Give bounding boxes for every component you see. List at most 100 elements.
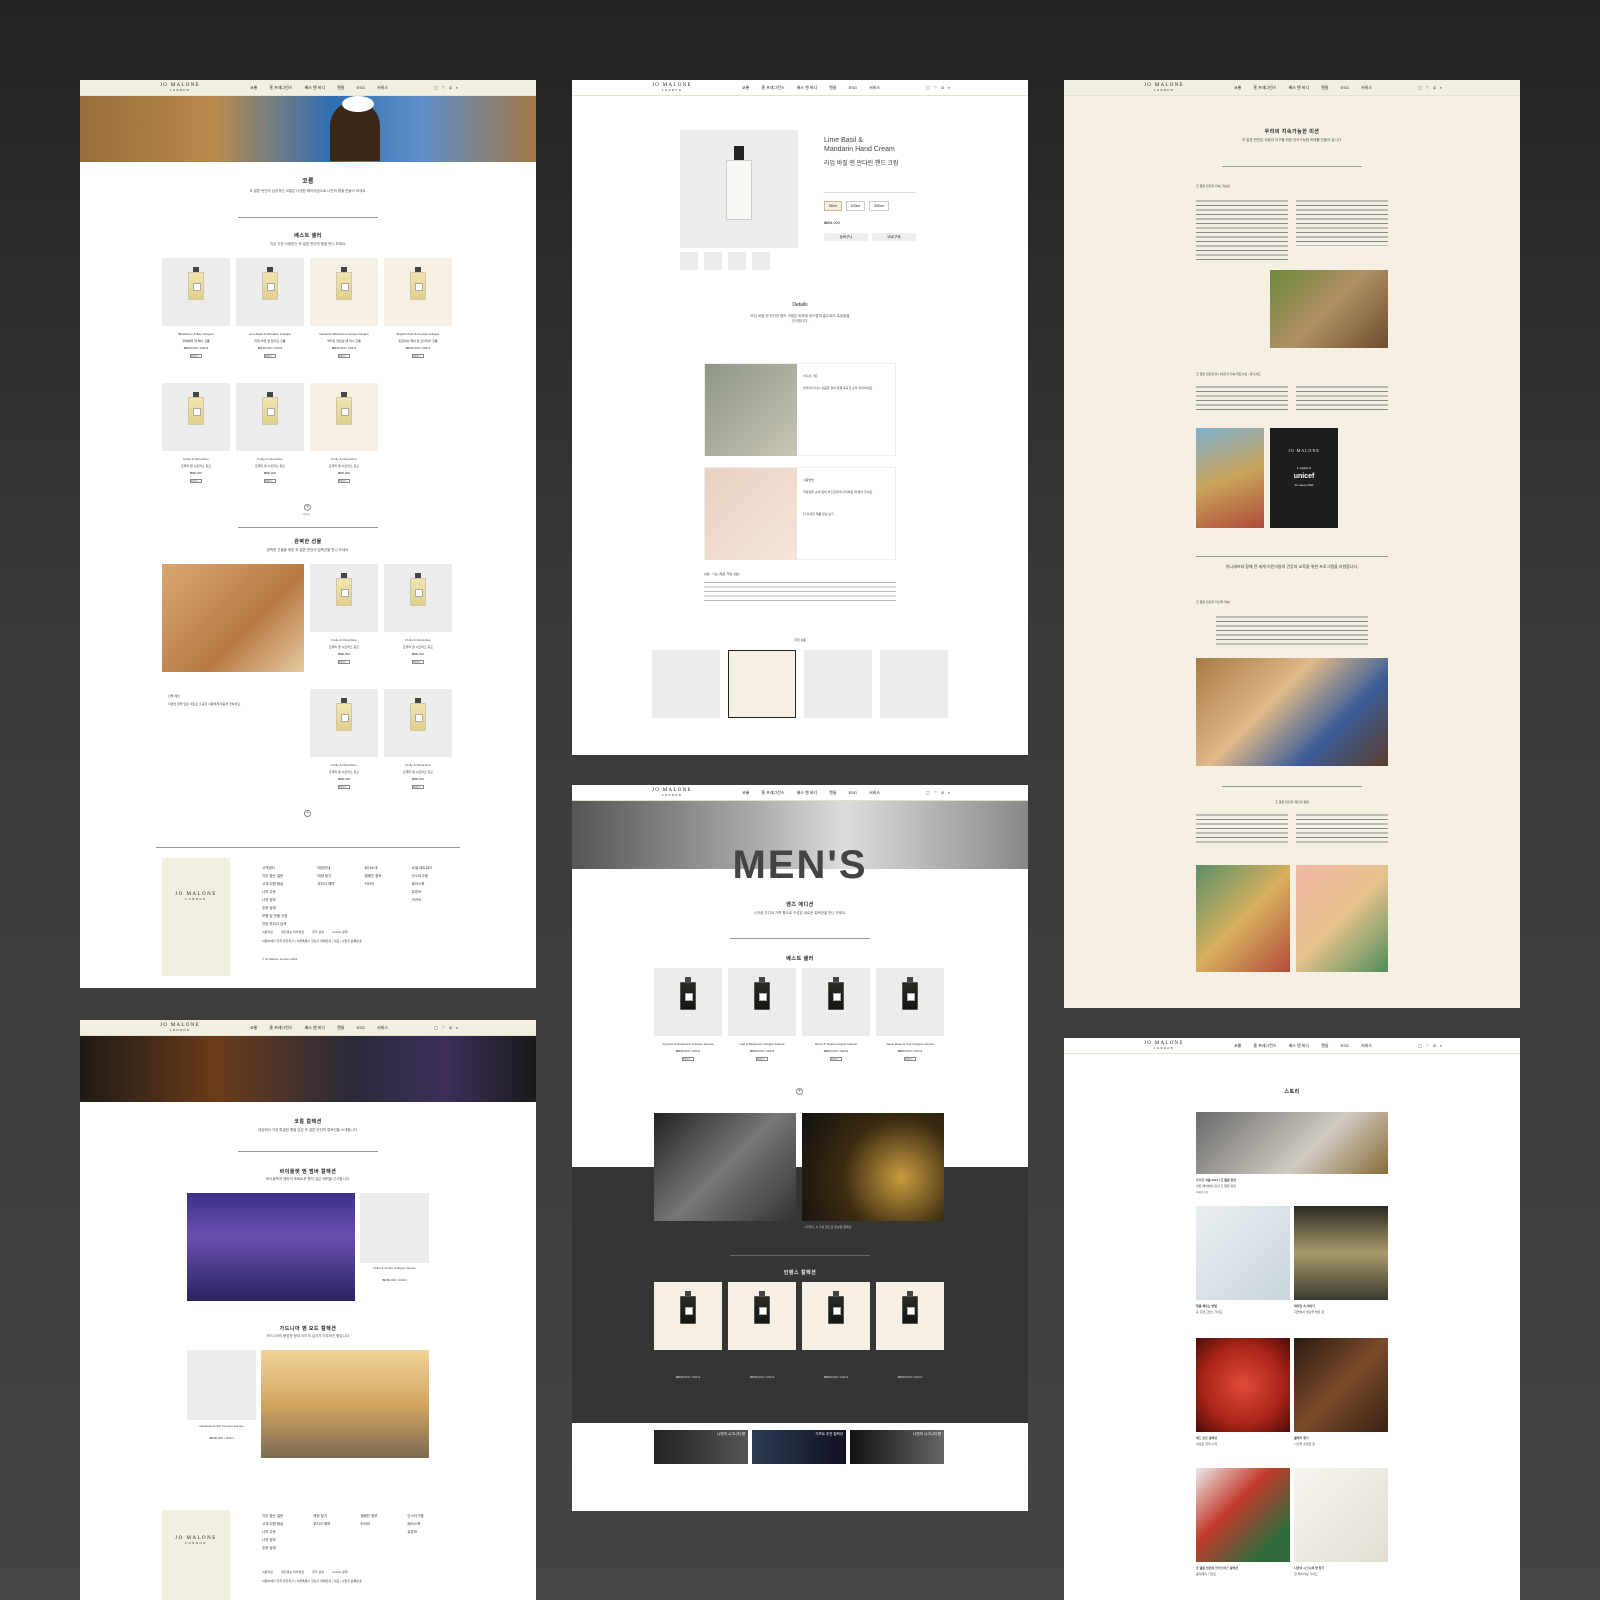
story-image[interactable]: [1196, 1206, 1290, 1300]
footer-link[interactable]: 캠페인 정보: [360, 1514, 377, 1519]
product-card[interactable]: Fruity & Citrus Duo 프루티 앤 시트러스 듀오 ₩90,000 장…: [310, 383, 378, 483]
story-image[interactable]: [1196, 1468, 1290, 1562]
thumbnail[interactable]: [680, 252, 698, 270]
menu-item-home[interactable]: 홈 프래그런스: [1253, 1043, 1276, 1049]
related-product[interactable]: [652, 650, 720, 718]
menu-item-cologne[interactable]: 코롱: [1234, 85, 1241, 91]
menu-item-candle[interactable]: 캔들: [1321, 85, 1328, 91]
footer-link[interactable]: 고객 지원 채널: [262, 1522, 283, 1527]
story-image[interactable]: [1294, 1468, 1388, 1562]
footer-link[interactable]: 인스타그램: [407, 1514, 423, 1519]
violet-bottle[interactable]: [360, 1193, 429, 1263]
add-to-cart-button[interactable]: 장바구니: [682, 1057, 694, 1061]
footer-link[interactable]: 매장 찾기: [317, 874, 334, 879]
bag-icon[interactable]: ▢: [434, 1025, 438, 1030]
menu-item-home[interactable]: 홈 프래그런스: [269, 85, 292, 91]
related-product[interactable]: [728, 650, 796, 718]
menu-item-bath[interactable]: 배스 앤 바디: [1289, 85, 1310, 91]
add-to-cart-button[interactable]: 장바구니: [338, 660, 350, 664]
footer-link[interactable]: 부티크 예약: [313, 1522, 330, 1527]
story-image[interactable]: [1294, 1338, 1388, 1432]
footer-legal-link[interactable]: 이용약관: [262, 930, 273, 935]
heart-icon[interactable]: ♡: [442, 85, 446, 90]
search-icon[interactable]: ⌕: [1440, 1043, 1442, 1048]
user-icon[interactable]: ⍝: [449, 85, 451, 90]
more-button[interactable]: +: [304, 504, 311, 511]
related-product[interactable]: [880, 650, 948, 718]
footer-legal-link[interactable]: 쿠키 설정: [312, 930, 324, 935]
menu-item-candle[interactable]: 캔들: [337, 1025, 344, 1031]
add-to-cart-button[interactable]: 장바구니: [264, 354, 276, 358]
menu-item-cologne[interactable]: 코롱: [1234, 1043, 1241, 1049]
footer-link[interactable]: 주문 상태: [262, 906, 287, 911]
product-card[interactable]: English Pear & Freesia Cologne 잉글리쉬 페어 앤 …: [384, 258, 452, 358]
search-icon[interactable]: ⌕: [1440, 85, 1442, 90]
footer-link[interactable]: 자주 묻는 질문: [262, 874, 287, 879]
heart-icon[interactable]: ♡: [442, 1025, 446, 1030]
footer-link[interactable]: 주문 상태: [262, 1546, 283, 1551]
heart-icon[interactable]: ♡: [1426, 1043, 1430, 1048]
gardenia-bottle[interactable]: [187, 1350, 256, 1420]
footer-legal-link[interactable]: 개인정보 처리방침: [281, 1570, 304, 1575]
brand-logo[interactable]: JO MALONE LONDON: [652, 83, 692, 93]
related-product[interactable]: [804, 650, 872, 718]
footer-link[interactable]: 페이스북: [412, 882, 432, 887]
search-icon[interactable]: ⌕: [456, 85, 458, 90]
promo-tile[interactable]: 기프트 추천 컬렉션: [752, 1430, 846, 1464]
collection-product[interactable]: [876, 1282, 944, 1350]
menu-item-candle[interactable]: 캔들: [1321, 1043, 1328, 1049]
product-card[interactable]: Fruity & Citrus Duo 프루티 앤 시트러스 듀오 ₩90,000 장…: [384, 689, 452, 789]
bag-icon[interactable]: ▢: [1418, 1043, 1422, 1048]
footer-legal-link[interactable]: 쿠키 설정: [312, 1570, 324, 1575]
add-to-cart-button[interactable]: 장바구니: [756, 1057, 768, 1061]
product-card[interactable]: Fruity & Citrus Duo 프루티 앤 시트러스 듀오 ₩90,000 장…: [162, 383, 230, 483]
product-card[interactable]: Oud & Bergamot Cologne Intense ₩280,000 /…: [728, 968, 796, 1061]
story-image[interactable]: [1196, 1338, 1290, 1432]
heart-icon[interactable]: ♡: [1426, 85, 1430, 90]
menu-item-service[interactable]: 서비스: [377, 1025, 388, 1031]
collection-product[interactable]: [728, 1282, 796, 1350]
product-card[interactable]: Nectarine Blossom & Honey Cologne 넥타린 블로섬…: [310, 258, 378, 358]
add-to-cart-button[interactable]: 장바구니: [190, 354, 202, 358]
footer-link[interactable]: 커리어: [365, 882, 382, 887]
footer-link[interactable]: 유튜브: [407, 1530, 423, 1535]
menu-item-bath[interactable]: 배스 앤 바디: [797, 85, 818, 91]
story-image[interactable]: [1294, 1206, 1388, 1300]
footer-link[interactable]: 커리어: [360, 1522, 377, 1527]
story-hero-image[interactable]: [1196, 1112, 1388, 1174]
buy-now-button[interactable]: 바로구매: [872, 233, 916, 241]
menu-item-cologne[interactable]: 코롱: [742, 85, 749, 91]
user-icon[interactable]: ⍝: [449, 1025, 451, 1030]
brand-logo[interactable]: JO MALONE LONDON: [160, 83, 200, 93]
thumbnail[interactable]: [704, 252, 722, 270]
menu-item-service[interactable]: 서비스: [1361, 1043, 1372, 1049]
collection-product[interactable]: [802, 1282, 870, 1350]
footer-legal-link[interactable]: 개인정보 처리방침: [281, 930, 304, 935]
menu-item-cologne[interactable]: 코롱: [250, 85, 257, 91]
menu-item-bath[interactable]: 배스 앤 바디: [305, 1025, 326, 1031]
menu-item-service[interactable]: 서비스: [869, 85, 880, 91]
search-icon[interactable]: ⌕: [948, 85, 950, 90]
menu-item-bath[interactable]: 배스 앤 바디: [305, 85, 326, 91]
feature-link[interactable]: 더 자세한 제품 정보 보기: [803, 512, 834, 517]
heart-icon[interactable]: ♡: [934, 85, 938, 90]
bag-icon[interactable]: ▢: [926, 790, 930, 795]
footer-link[interactable]: 유튜브: [412, 890, 432, 895]
footer-link[interactable]: 부티크 예약: [317, 882, 334, 887]
add-to-cart-button[interactable]: 장바구니: [412, 660, 424, 664]
promo-tile[interactable]: 나만의 시그니처 향: [654, 1430, 748, 1464]
footer-link[interactable]: 매장 찾기: [313, 1514, 330, 1519]
product-card[interactable]: Velvet Rose & Oud Cologne Intense ₩280,00…: [876, 968, 944, 1061]
size-option[interactable]: 300ml: [869, 201, 889, 211]
brand-logo[interactable]: JO MALONE LONDON: [652, 788, 692, 798]
search-icon[interactable]: ⌕: [948, 790, 950, 795]
footer-legal-link[interactable]: Cookie 정책: [332, 930, 348, 935]
size-option[interactable]: 100ml: [845, 201, 866, 211]
add-to-cart-button[interactable]: 장바구니: [824, 233, 868, 241]
add-to-cart-button[interactable]: 장바구니: [338, 479, 350, 483]
menu-item-cologne[interactable]: 코롱: [250, 1025, 257, 1031]
menu-item-esg[interactable]: ESG: [849, 85, 857, 91]
size-option-selected[interactable]: 50ml: [824, 201, 842, 211]
menu-item-esg[interactable]: ESG: [1341, 85, 1349, 91]
product-card[interactable]: Blackberry & Bay Cologne 블랙베리 앤 베이 코롱 ₩235…: [162, 258, 230, 358]
